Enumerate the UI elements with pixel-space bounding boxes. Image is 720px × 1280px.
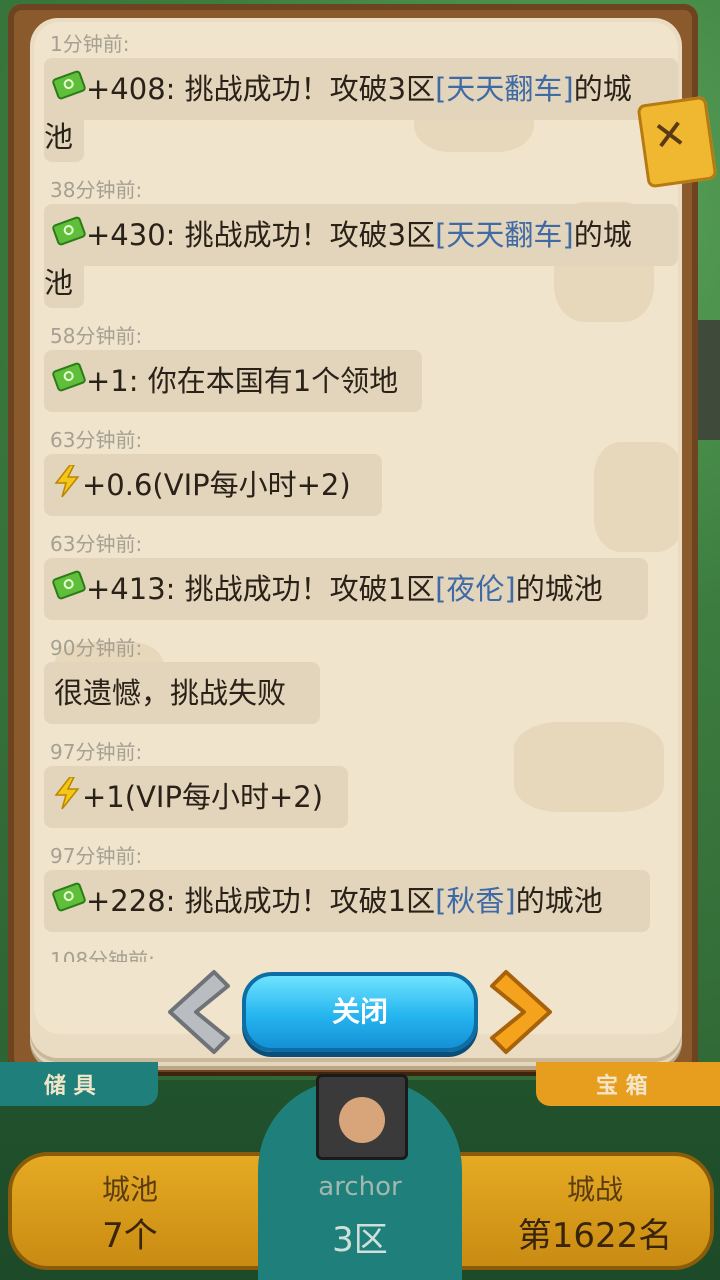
money-icon (51, 69, 87, 101)
entry-time: 1分钟前: (50, 32, 130, 56)
entry-highlight: [天天翻车] (435, 218, 574, 252)
entry-text-end: 的城池 (515, 572, 603, 606)
previous-page-button[interactable] (162, 968, 232, 1056)
money-icon (51, 361, 87, 393)
cities-label: 城池 (101, 1173, 158, 1206)
entry-text-end: 的城池 (515, 884, 603, 918)
player-name: archor (318, 1172, 402, 1202)
entry-message: +1: 你在本国有1个领地 (44, 350, 422, 412)
entry-message: 很遗憾，挑战失败 (44, 662, 320, 724)
entry-amount: +0.6 (82, 468, 153, 502)
entry-amount: +228 (86, 884, 166, 918)
log-panel: 1分钟前: +408: 挑战成功！攻破3区[天天翻车]的城 池 38分钟前: +… (34, 22, 678, 1034)
entry-amount: +1 (82, 780, 125, 814)
city-battle-rank: 第1622名 (517, 1216, 673, 1256)
entry-text: (VIP每小时+2) (152, 468, 351, 502)
entry-time: 97分钟前: (50, 740, 143, 764)
entry-time: 63分钟前: (50, 428, 143, 452)
entry-highlight: [秋香] (435, 884, 516, 918)
money-icon (51, 215, 87, 247)
close-button[interactable]: 关闭 (242, 972, 478, 1052)
player-zone: 3区 (332, 1220, 388, 1260)
money-icon (51, 881, 87, 913)
entry-text: : 挑战成功！攻破1区 (165, 572, 436, 606)
entry-message-wrap: 池 (44, 106, 84, 162)
entry-message: +1(VIP每小时+2) (44, 766, 348, 828)
lightning-icon (54, 777, 80, 809)
entry-amount: +1 (86, 364, 129, 398)
entry-amount: +430 (86, 218, 166, 252)
storage-tab[interactable]: 储 具 (0, 1062, 158, 1106)
next-page-button[interactable] (488, 968, 558, 1056)
entry-message: +408: 挑战成功！攻破3区[天天翻车]的城 (44, 58, 678, 120)
lightning-icon (54, 465, 80, 497)
entry-time: 58分钟前: (50, 324, 143, 348)
entry-message-wrap: 池 (44, 252, 84, 308)
money-icon (51, 569, 87, 601)
chest-tab-label: 宝 箱 (596, 1074, 648, 1099)
chest-tab[interactable]: 宝 箱 (536, 1062, 720, 1106)
storage-tab-label: 储 具 (44, 1074, 96, 1099)
entry-message: +430: 挑战成功！攻破3区[天天翻车]的城 (44, 204, 678, 266)
entry-highlight: [天天翻车] (435, 72, 574, 106)
entry-time: 97分钟前: (50, 844, 143, 868)
entry-time: 108分钟前: (50, 948, 155, 962)
close-x-button[interactable]: ✕ (636, 95, 718, 189)
cities-value: 7个 (102, 1216, 158, 1256)
avatar[interactable] (316, 1074, 408, 1160)
entry-message: +228: 挑战成功！攻破1区[秋香]的城池 (44, 870, 650, 932)
entry-text: : 挑战成功！攻破3区 (165, 72, 436, 106)
event-feed[interactable]: 1分钟前: +408: 挑战成功！攻破3区[天天翻车]的城 池 38分钟前: +… (34, 22, 678, 962)
entry-text-end: 的城 (573, 218, 632, 252)
entry-message: +0.6(VIP每小时+2) (44, 454, 382, 516)
entry-time: 38分钟前: (50, 178, 143, 202)
entry-highlight: [夜伦] (435, 572, 516, 606)
entry-text: : 挑战成功！攻破1区 (165, 884, 436, 918)
entry-text: : 挑战成功！攻破3区 (165, 218, 436, 252)
city-battle-label: 城战 (566, 1173, 623, 1206)
entry-text-end: 的城 (573, 72, 632, 106)
entry-text: (VIP每小时+2) (124, 780, 324, 814)
entry-message: +413: 挑战成功！攻破1区[夜伦]的城池 (44, 558, 648, 620)
entry-text: : 你在本国有1个领地 (128, 364, 399, 398)
entry-time: 90分钟前: (50, 636, 143, 660)
entry-amount: +413 (86, 572, 166, 606)
entry-amount: +408 (86, 72, 166, 106)
entry-time: 63分钟前: (50, 532, 143, 556)
close-icon: ✕ (650, 110, 690, 162)
